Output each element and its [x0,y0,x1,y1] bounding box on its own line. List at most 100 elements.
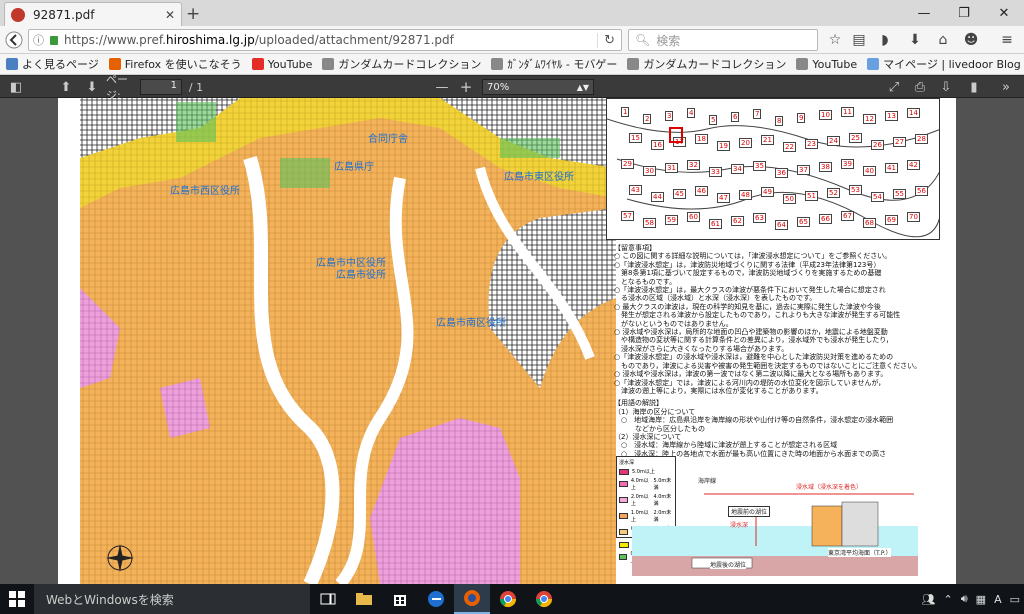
file-explorer-icon[interactable] [346,584,382,614]
diagram-coast-line: 海岸線 [698,478,717,485]
reload-icon[interactable]: ↻ [597,32,621,48]
legend-swatch [619,468,629,475]
legend-item: 5.0m以上 [619,468,673,475]
zoom-select[interactable]: 70% ▲▼ [482,79,594,95]
index-sheet-number: 10 [819,110,832,120]
chrome-icon[interactable] [490,584,526,614]
map-label-minami: 広島市南区役所 [436,318,506,329]
presentation-mode-icon[interactable]: ⤢ [886,79,902,95]
note-line: 第8条第1項に基づいて設定するもので，津波防災地域づくりを実施するための基礎 [614,269,882,278]
taskbar-search-input[interactable]: WebとWindowsを検索 [34,584,310,614]
page-number-input[interactable]: 1 [140,79,182,95]
index-sheet-number: 56 [915,186,928,196]
chevron-down-icon: ▲▼ [576,82,589,92]
index-sheet-number: 6 [731,112,740,122]
minimize-button[interactable]: — [904,0,944,26]
back-button[interactable] [3,30,25,50]
index-sheet-number: 34 [731,164,744,174]
index-sheet-number: 46 [695,186,708,196]
tab-active[interactable]: 92871.pdf ✕ [4,2,182,26]
legend-swatch [619,554,628,560]
map-label-prefecture: 広島県庁 [334,162,374,173]
pdf-viewer[interactable]: 合同庁舎 広島県庁 広島市西区役所 広島市東区役所 広島市中区役所 広島市役所 … [0,98,1024,584]
notification-icon[interactable]: ▭ [1010,593,1020,606]
terms-heading: 【用語の解説】 [614,399,663,408]
url-text[interactable]: https://www.pref.hiroshima.lg.jp/uploade… [64,33,597,47]
bookmark-favicon-icon [491,58,504,70]
restore-button[interactable]: ❐ [944,0,984,26]
next-page-icon[interactable]: ⬇ [84,79,100,95]
tab-close-icon[interactable]: ✕ [165,8,175,22]
note-line: ものであり，津波による災害や被害の発生範囲を決定するものではないことにご注意くだ… [614,361,922,370]
reading-list-icon[interactable]: ▤ [850,31,868,49]
index-sheet-number: 18 [695,134,708,144]
bookmark-label: ガンダムカードコレクション [643,58,787,71]
bookmark-icon[interactable]: ▮ [966,79,982,95]
zoom-in-button[interactable]: + [458,78,474,96]
windows-logo-icon [9,591,25,607]
download-icon[interactable]: ⬇ [906,31,924,49]
bookmark-item[interactable]: YouTube [796,58,857,71]
pocket-icon[interactable]: ◗ [876,31,894,49]
bookmark-favicon-icon [108,58,121,70]
print-icon[interactable]: ⎙ [912,79,928,95]
bookmark-star-icon[interactable]: ☆ [826,31,844,49]
bookmark-item[interactable]: ガンダムカードコレクション [322,56,481,72]
index-sheet-number: 28 [915,134,928,144]
bookmark-item[interactable]: YouTube [251,58,312,71]
bookmark-favicon-icon [322,58,335,70]
index-sheet-number: 39 [841,159,854,169]
home-icon[interactable]: ⌂ [934,31,952,49]
tab-title: 92871.pdf [33,7,95,22]
index-sheet-number: 60 [687,212,700,222]
note-line: 発生が想定される津波から設定したものであり，これよりも大きな津波が発生する可能性 [614,311,901,320]
url-bar[interactable]: ⓘ https://www.pref.hiroshima.lg.jp/uploa… [28,29,622,51]
network-icon[interactable]: ▦ [976,593,986,606]
save-icon[interactable]: ⇩ [938,79,954,95]
bookmark-item[interactable]: ガンダムカードコレクション [627,56,786,72]
index-sheet-number: 4 [687,108,696,118]
people-icon[interactable]: 👥︎ [922,593,936,606]
sidebar-toggle-icon[interactable]: ◧ [8,79,24,95]
index-sheet-number: 11 [841,107,854,117]
bookmarks-bar: よく見るページ Firefox を使いこなそう YouTube ガンダムカードコレクシ… [0,54,1024,75]
note-line: や構造物の変状等に関する計算条件との差異により，浸水域外でも浸水が発生したり， [614,336,893,345]
legend-title: 浸水深 [619,460,635,466]
current-sheet-marker [669,127,683,143]
smiley-icon[interactable]: ☻ [962,31,980,49]
term-line: （1）海岸の区分について [614,407,696,416]
bookmark-favicon-icon [796,58,809,70]
ime-icon[interactable]: A [994,593,1002,606]
volume-icon[interactable]: 🔊︎ [961,592,968,606]
info-icon[interactable]: ⓘ [33,32,44,48]
legend-swatch [619,481,628,487]
task-view-icon[interactable] [310,584,346,614]
index-sheet-number: 70 [907,212,920,222]
index-sheet-number: 57 [621,211,634,221]
chevron-up-icon[interactable]: ⌃ [944,593,953,606]
start-button[interactable] [0,584,34,614]
zoom-out-button[interactable]: — [434,79,450,95]
note-line: ○ 浸水域や浸水深は，津波の第一波ではなく第二波以降に最大となる場所もあります。 [614,370,888,379]
diagram-depth: 浸水深 [730,522,749,529]
search-input[interactable]: 🔍︎ 検索 [628,29,818,51]
index-sheet-number: 49 [761,187,774,197]
bookmark-item[interactable]: Firefox を使いこなそう [108,56,242,72]
bookmark-item[interactable]: マイページ | livedoor Blog [867,56,1021,72]
close-window-button[interactable]: ✕ [984,0,1024,26]
index-sheet-number: 44 [651,192,664,202]
store-icon[interactable] [382,584,418,614]
bookmark-item[interactable]: よく見るページ [6,56,99,72]
index-sheet-number: 53 [849,185,862,195]
bookmark-item[interactable]: ｶﾞﾝﾀﾞﾑﾜｲﾔﾙ - モバゲー [491,56,617,72]
index-sheet-number: 42 [907,160,920,170]
edge-icon[interactable] [418,584,454,614]
legend-from: 5.0m以上 [632,469,655,475]
previous-page-icon[interactable]: ⬆ [58,79,74,95]
new-tab-button[interactable]: + [186,4,200,24]
chrome-secondary-icon[interactable] [526,584,562,614]
index-sheet-number: 1 [621,107,630,117]
firefox-icon[interactable] [454,584,490,614]
tools-icon[interactable]: » [998,79,1014,95]
menu-icon[interactable]: ≡ [998,31,1016,49]
